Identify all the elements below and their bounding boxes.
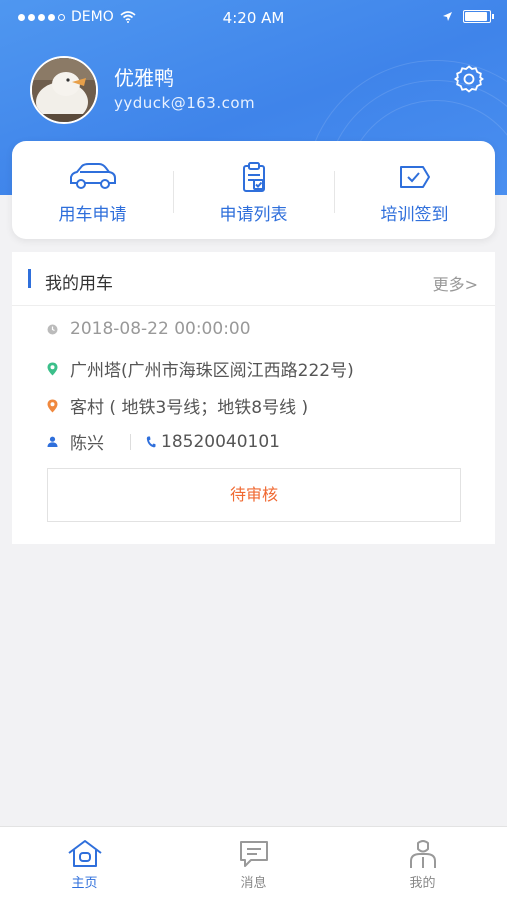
application-list-label: 申请列表 bbox=[219, 205, 288, 225]
tab-messages[interactable]: 消息 bbox=[169, 827, 338, 900]
vehicle-request-label: 用车申请 bbox=[58, 205, 127, 225]
duck-avatar-image bbox=[32, 58, 96, 122]
trip-datetime-row: 2018-08-22 00:00:00 bbox=[46, 319, 251, 339]
application-list-button[interactable]: 申请列表 bbox=[173, 141, 334, 239]
vehicle-request-button[interactable]: 用车申请 bbox=[12, 141, 173, 239]
bottom-tab-bar: 主页 消息 我的 bbox=[0, 826, 507, 900]
destination-pin-icon bbox=[46, 399, 58, 413]
origin-row: 广州塔(广州市海珠区阅江西路222号) bbox=[46, 356, 354, 381]
user-email: yyduck@163.com bbox=[114, 94, 256, 112]
tab-profile-label: 我的 bbox=[409, 876, 436, 891]
clock-icon bbox=[46, 322, 58, 336]
location-arrow-icon bbox=[443, 12, 452, 21]
contact-phone[interactable]: 18520040101 bbox=[161, 432, 280, 452]
user-profile-icon bbox=[409, 840, 436, 868]
clipboard-icon bbox=[242, 162, 265, 192]
battery-icon bbox=[463, 10, 494, 23]
ticket-check-icon bbox=[399, 166, 430, 188]
settings-gear-icon[interactable] bbox=[454, 64, 484, 94]
car-icon bbox=[69, 163, 116, 189]
origin-pin-icon bbox=[46, 362, 58, 376]
person-icon bbox=[46, 435, 58, 449]
tab-messages-label: 消息 bbox=[240, 876, 267, 891]
divider bbox=[130, 433, 131, 450]
avatar[interactable] bbox=[30, 56, 98, 124]
tab-home-label: 主页 bbox=[71, 876, 98, 891]
home-icon bbox=[67, 840, 102, 867]
review-status-button[interactable]: 待审核 bbox=[47, 468, 461, 522]
clock: 4:20 AM bbox=[222, 9, 285, 27]
my-car-card: 我的用车 更多> 2018-08-22 00:00:00 广州塔(广州市海珠区阅… bbox=[12, 252, 495, 544]
message-icon bbox=[239, 841, 268, 867]
section-title: 我的用车 bbox=[45, 274, 113, 294]
user-name: 优雅鸭 bbox=[114, 66, 174, 90]
more-link[interactable]: 更多> bbox=[433, 271, 478, 295]
contact-row: 陈兴 18520040101 bbox=[46, 429, 280, 454]
training-checkin-button[interactable]: 培训签到 bbox=[334, 141, 495, 239]
status-bar: DEMO 4:20 AM bbox=[0, 0, 507, 36]
origin-address: 广州塔(广州市海珠区阅江西路222号) bbox=[70, 361, 354, 381]
destination-row: 客村 ( 地铁3号线；地铁8号线 ) bbox=[46, 393, 308, 418]
divider bbox=[12, 305, 495, 306]
trip-datetime: 2018-08-22 00:00:00 bbox=[70, 319, 251, 339]
training-checkin-label: 培训签到 bbox=[380, 205, 449, 225]
quick-actions-panel: 用车申请 申请列表 培训签到 bbox=[12, 141, 495, 239]
phone-icon bbox=[145, 435, 157, 449]
destination-address: 客村 ( 地铁3号线；地铁8号线 ) bbox=[70, 398, 309, 418]
tab-profile[interactable]: 我的 bbox=[338, 827, 507, 900]
tab-home[interactable]: 主页 bbox=[0, 827, 169, 900]
contact-name: 陈兴 bbox=[70, 434, 104, 454]
